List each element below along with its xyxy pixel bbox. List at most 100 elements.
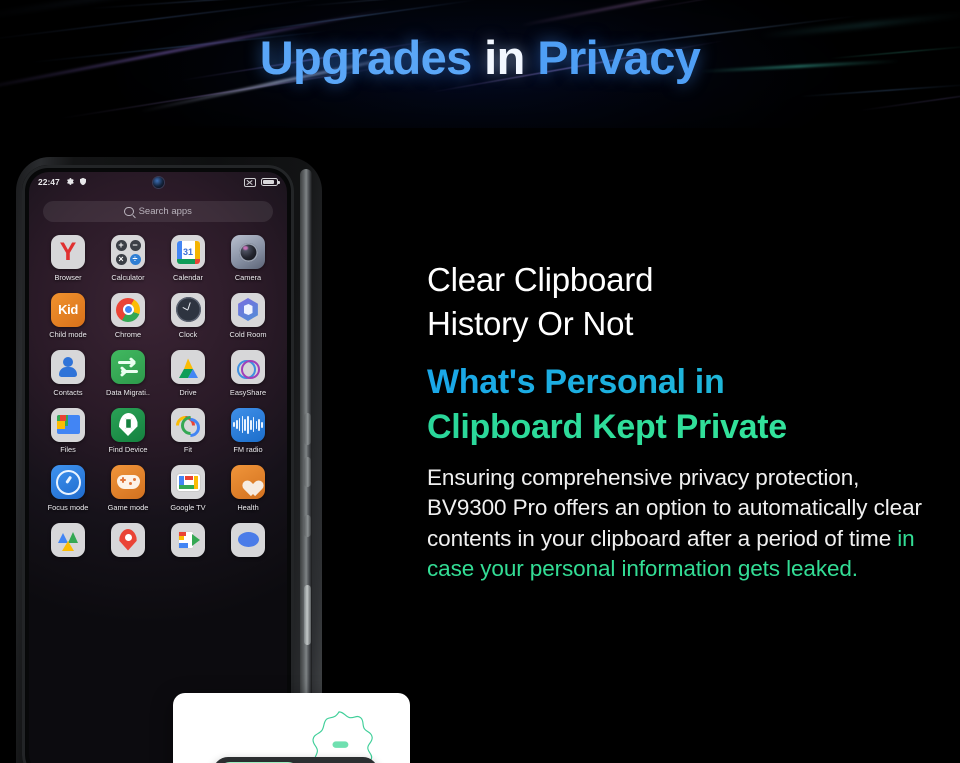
app-google-tv[interactable]: Google TV xyxy=(158,465,218,512)
calendar-day-number: 31 xyxy=(181,245,195,259)
app-label: Cold Room xyxy=(229,330,267,339)
app-health[interactable]: Health xyxy=(218,465,278,512)
app-data-migration[interactable]: Data Migrati.. xyxy=(98,350,158,397)
app-label: Drive xyxy=(179,387,197,397)
title-part-in: in xyxy=(484,31,525,84)
app-maps[interactable] xyxy=(38,522,98,561)
promo-page: Upgrades in Privacy 22:47 Search apps Y … xyxy=(0,0,960,763)
app-label: Contacts xyxy=(53,387,83,397)
easyshare-icon xyxy=(231,350,265,384)
app-messages[interactable] xyxy=(218,522,278,561)
app-focus-mode[interactable]: Focus mode xyxy=(38,465,98,512)
copy-block: Clear Clipboard History Or Not What's Pe… xyxy=(427,258,932,585)
data-migration-icon xyxy=(111,350,145,384)
search-placeholder: Search apps xyxy=(138,206,192,217)
headline-secondary: What's Personal in Clipboard Kept Privat… xyxy=(427,360,932,450)
search-input[interactable]: Search apps xyxy=(43,201,273,222)
app-camera[interactable]: Camera xyxy=(218,235,278,282)
title-part-privacy: Privacy xyxy=(537,31,701,84)
phone-volume-up-button[interactable] xyxy=(304,413,311,445)
body-paragraph: Ensuring comprehensive privacy protectio… xyxy=(427,463,932,585)
header-banner: Upgrades in Privacy xyxy=(0,0,960,128)
body-paragraph-white: Ensuring comprehensive privacy protectio… xyxy=(427,464,922,551)
google-tv-icon xyxy=(171,465,205,499)
app-drive[interactable]: Drive xyxy=(158,350,218,397)
yandex-browser-icon: Y xyxy=(51,235,85,269)
headline-primary-line2: History Or Not xyxy=(427,304,634,342)
app-label: Calendar xyxy=(173,272,203,282)
phone-screen: 22:47 Search apps Y Browser + − × ÷ Calc… xyxy=(29,172,287,763)
app-label: Find Device xyxy=(108,445,148,454)
app-browser[interactable]: Y Browser xyxy=(38,235,98,282)
app-label: Google TV xyxy=(170,502,206,512)
google-fit-icon xyxy=(171,407,205,442)
phone-power-button[interactable] xyxy=(304,515,311,537)
app-location[interactable] xyxy=(98,522,158,561)
app-easyshare[interactable]: EasyShare xyxy=(218,350,278,397)
app-label: Game mode xyxy=(107,502,149,512)
phone-volume-down-button[interactable] xyxy=(304,457,311,487)
clipboard-pill: Llh4OT#WCkU0dy113&lmCy9n@jpL3Fdsf xyxy=(213,757,378,763)
app-meet[interactable] xyxy=(158,522,218,561)
calculator-icon: + − × ÷ xyxy=(111,235,145,269)
app-child-mode[interactable]: Kid Child mode xyxy=(38,292,98,339)
health-icon xyxy=(231,465,265,499)
fm-radio-icon xyxy=(231,407,265,442)
headline-secondary-line2: Clipboard Kept Private xyxy=(427,405,932,450)
app-label: Child mode xyxy=(49,330,87,339)
location-pin-icon xyxy=(111,522,145,557)
content-area: 22:47 Search apps Y Browser + − × ÷ Calc… xyxy=(0,128,960,763)
headline-primary: Clear Clipboard History Or Not xyxy=(427,258,932,346)
status-bar-left: 22:47 xyxy=(38,177,87,188)
search-icon xyxy=(124,206,134,217)
clock-icon xyxy=(171,292,205,327)
app-label: Chrome xyxy=(114,330,142,339)
status-bar-right xyxy=(244,177,280,187)
app-fit[interactable]: Fit xyxy=(158,407,218,454)
child-mode-icon: Kid xyxy=(51,292,85,327)
app-calculator[interactable]: + − × ÷ Calculator xyxy=(98,235,158,282)
app-label: Camera xyxy=(234,272,262,282)
headline-primary-line1: Clear Clipboard xyxy=(427,261,654,298)
files-icon xyxy=(51,407,85,442)
shield-icon xyxy=(79,177,87,188)
app-label: Fit xyxy=(183,445,193,454)
google-drive-icon xyxy=(171,350,205,384)
calendar-icon: 31 xyxy=(171,235,205,269)
headline-secondary-line1: What's Personal in xyxy=(427,360,932,405)
contacts-icon xyxy=(51,350,85,384)
no-sim-icon xyxy=(244,177,256,187)
gear-icon xyxy=(65,177,74,188)
app-chrome[interactable]: Chrome xyxy=(98,292,158,339)
page-title: Upgrades in Privacy xyxy=(0,33,960,82)
chrome-icon xyxy=(111,292,145,327)
clipboard-seal-icon xyxy=(303,709,375,763)
google-meet-icon xyxy=(171,522,205,557)
app-find-device[interactable]: Find Device xyxy=(98,407,158,454)
game-mode-icon xyxy=(111,465,145,499)
app-label: Browser xyxy=(54,272,82,282)
app-label: Health xyxy=(237,502,259,512)
messages-icon xyxy=(231,522,265,557)
app-files[interactable]: Files xyxy=(38,407,98,454)
app-label: Calculator xyxy=(111,272,145,282)
phone-custom-key[interactable] xyxy=(304,585,311,645)
app-fm-radio[interactable]: FM radio xyxy=(218,407,278,454)
battery-icon xyxy=(261,177,280,187)
phone-mockup: 22:47 Search apps Y Browser + − × ÷ Calc… xyxy=(8,145,338,763)
app-calendar[interactable]: 31 Calendar xyxy=(158,235,218,282)
app-contacts[interactable]: Contacts xyxy=(38,350,98,397)
app-label: Files xyxy=(60,445,76,454)
app-label: Clock xyxy=(178,330,198,339)
app-label: FM radio xyxy=(233,445,263,454)
app-game-mode[interactable]: Game mode xyxy=(98,465,158,512)
status-time: 22:47 xyxy=(38,177,60,187)
app-label: Focus mode xyxy=(47,502,89,512)
find-device-icon xyxy=(111,407,145,442)
front-camera-punch-hole xyxy=(152,177,164,188)
app-cold-room[interactable]: Cold Room xyxy=(218,292,278,339)
app-label: EasyShare xyxy=(229,387,267,397)
app-clock[interactable]: Clock xyxy=(158,292,218,339)
title-part-upgrades: Upgrades xyxy=(259,31,473,84)
focus-mode-icon xyxy=(51,465,85,499)
